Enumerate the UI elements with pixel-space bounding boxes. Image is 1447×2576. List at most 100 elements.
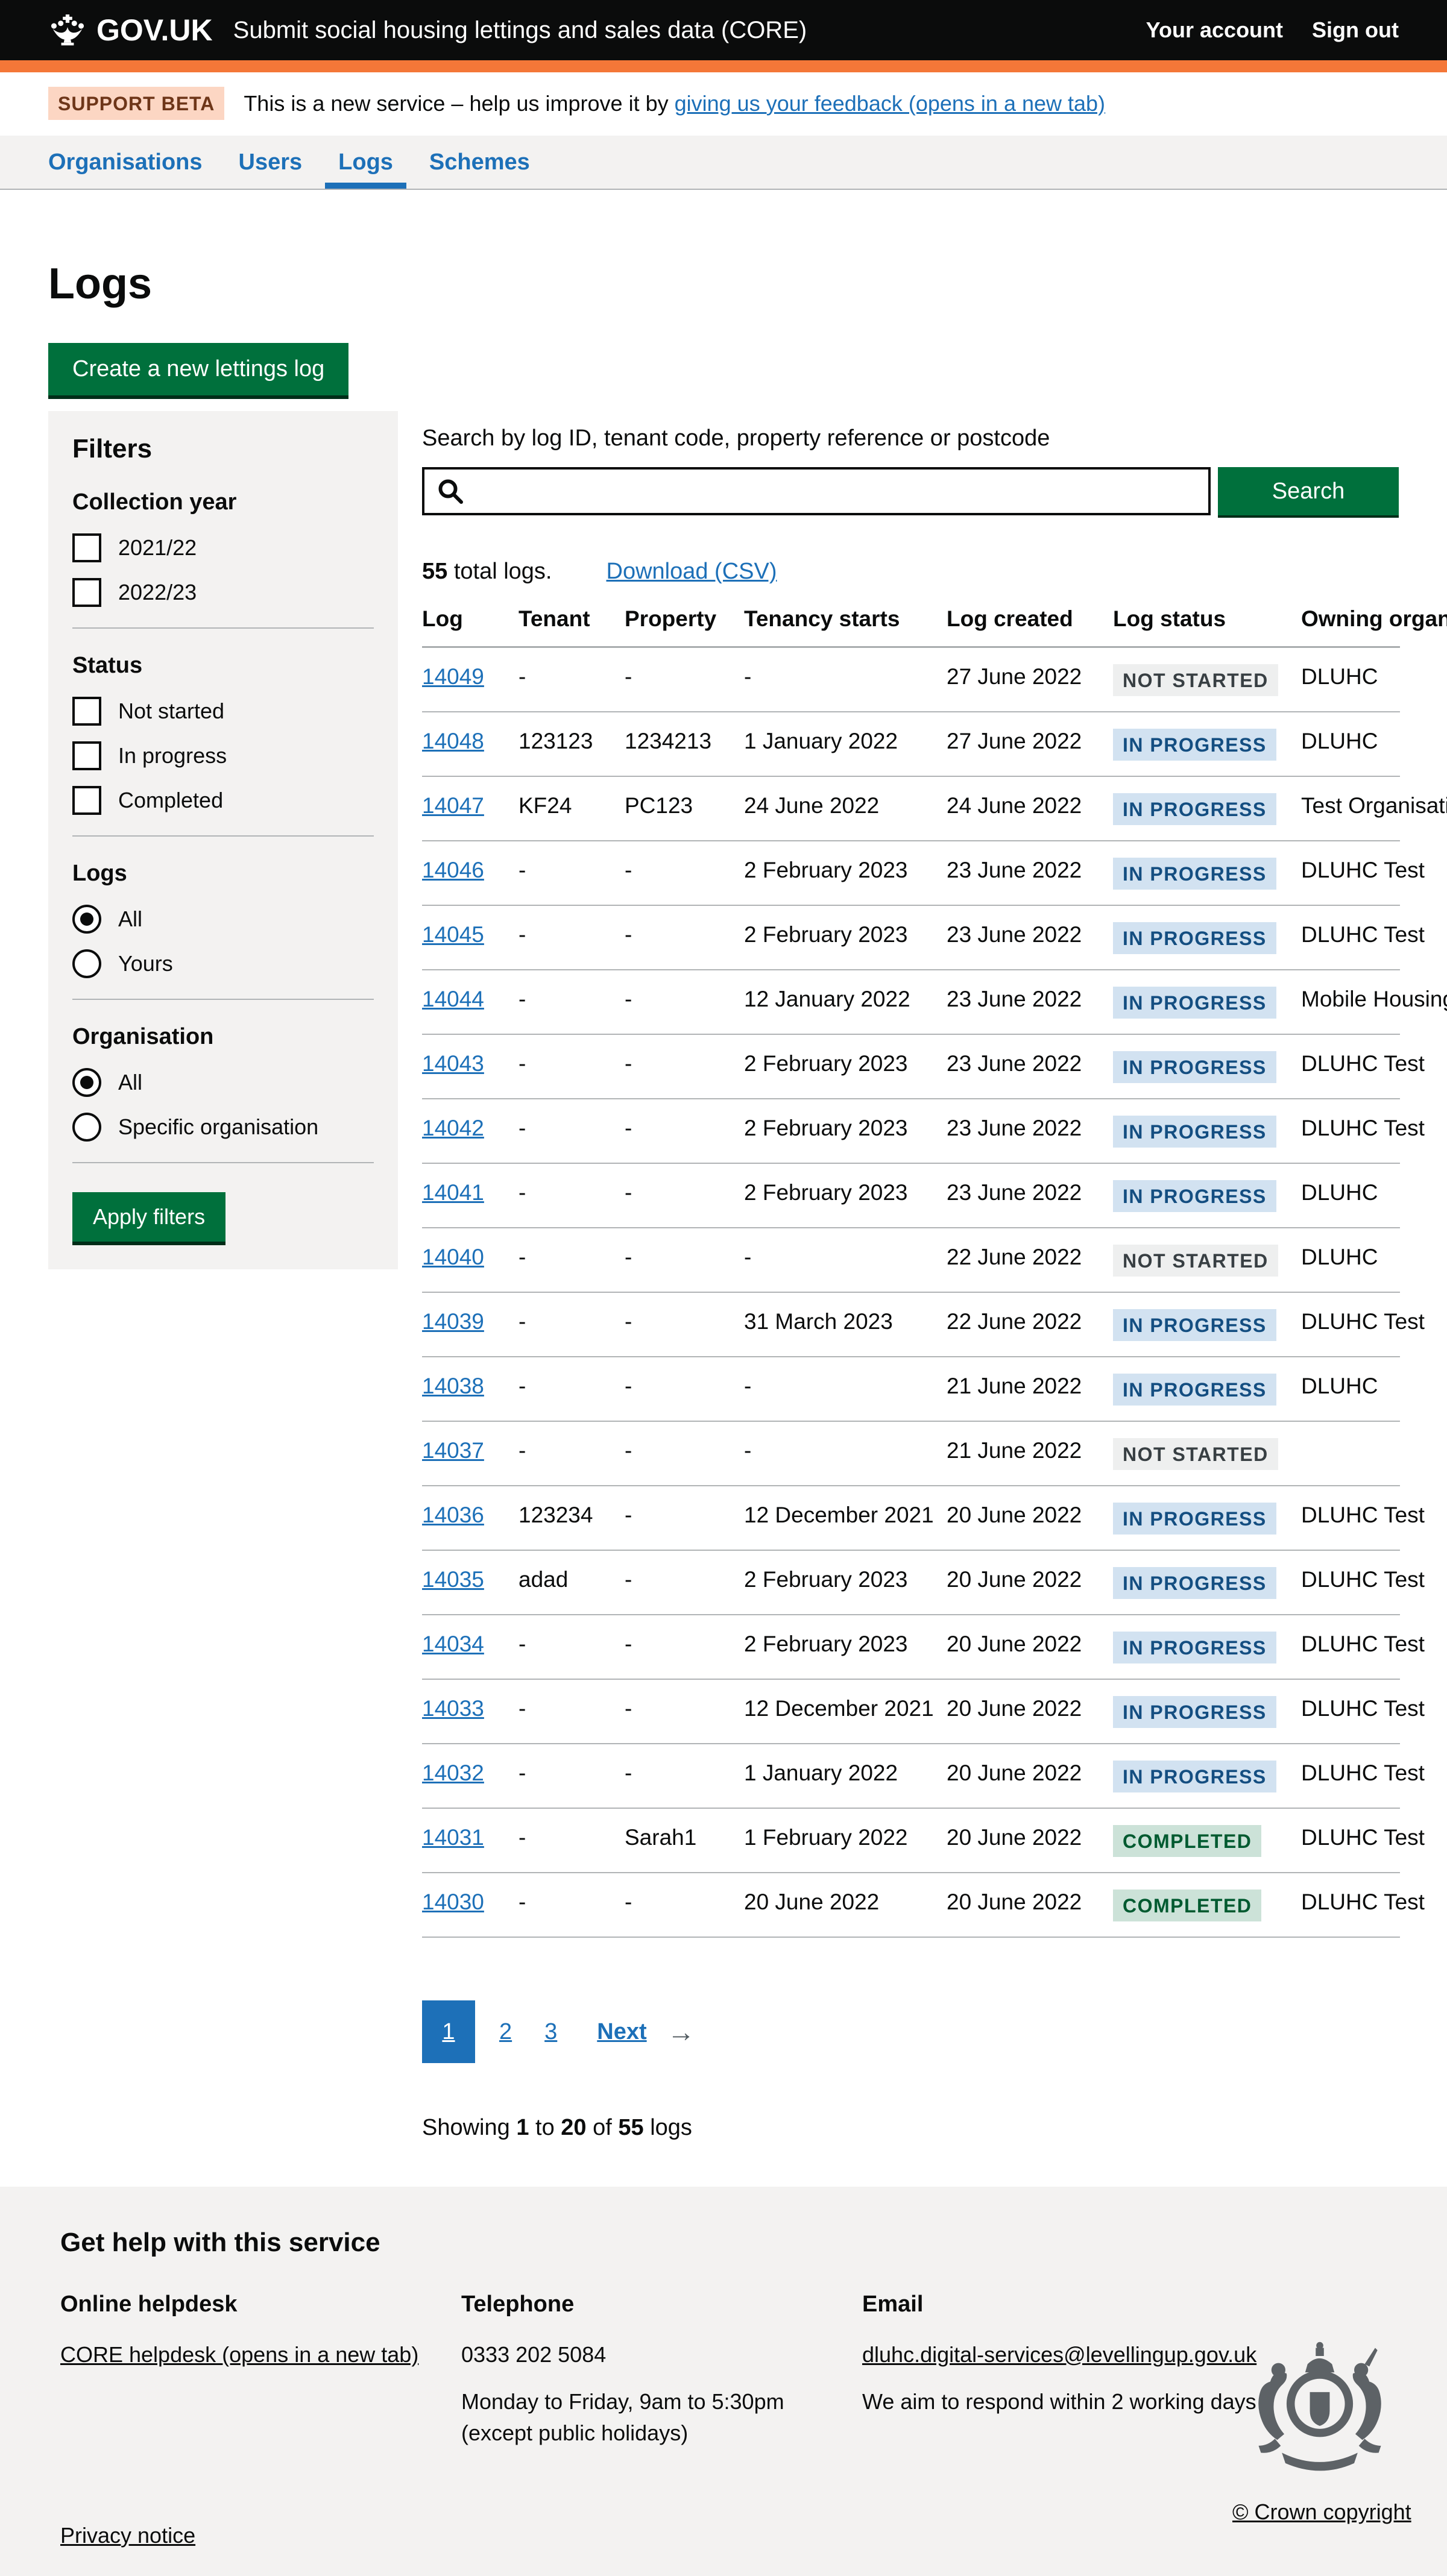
- tenancy-starts-cell: -: [744, 1228, 947, 1292]
- nav-item-link[interactable]: Schemes: [429, 149, 530, 175]
- table-row: 14046 - - 2 February 2023 23 June 2022 I…: [422, 841, 1400, 905]
- tenancy-starts-cell: 1 February 2022: [744, 1808, 947, 1873]
- your-account-link[interactable]: Your account: [1146, 17, 1283, 43]
- table-row: 14031 - Sarah1 1 February 2022 20 June 2…: [422, 1808, 1400, 1873]
- log-status-cell: IN PROGRESS: [1113, 1679, 1301, 1744]
- log-id-link[interactable]: 14043: [422, 1051, 484, 1076]
- log-id-link[interactable]: 14042: [422, 1116, 484, 1140]
- status-badge: IN PROGRESS: [1113, 1374, 1276, 1406]
- log-id-link[interactable]: 14041: [422, 1180, 484, 1205]
- crown-icon: [48, 14, 87, 46]
- checkbox[interactable]: [72, 533, 101, 562]
- checkbox[interactable]: [72, 578, 101, 607]
- nav-item-link[interactable]: Users: [239, 149, 303, 175]
- radio-option[interactable]: All: [72, 1068, 374, 1097]
- telephone-hours: Monday to Friday, 9am to 5:30pm(except p…: [461, 2386, 862, 2449]
- nav-item-link[interactable]: Organisations: [48, 149, 203, 175]
- pagination-page-link[interactable]: 1: [422, 2000, 475, 2063]
- property-cell: PC123: [625, 776, 744, 841]
- radio-button[interactable]: [72, 905, 101, 934]
- core-helpdesk-link[interactable]: CORE helpdesk (opens in a new tab): [60, 2342, 418, 2367]
- log-id-link[interactable]: 14039: [422, 1309, 484, 1334]
- footer-col-title: Online helpdesk: [60, 2292, 461, 2317]
- owning-organisation-cell: DLUHC: [1301, 1163, 1400, 1228]
- table-row: 14043 - - 2 February 2023 23 June 2022 I…: [422, 1034, 1400, 1099]
- search-button[interactable]: Search: [1218, 467, 1399, 515]
- log-id-link[interactable]: 14031: [422, 1825, 484, 1850]
- radio-button[interactable]: [72, 1068, 101, 1097]
- col-header-log-created: Log created: [947, 606, 1113, 647]
- total-logs-text: 55 total logs.: [422, 559, 552, 585]
- log-id-link[interactable]: 14048: [422, 729, 484, 753]
- log-id-link[interactable]: 14038: [422, 1374, 484, 1398]
- table-header-row: Log Tenant Property Tenancy starts Log c…: [422, 606, 1400, 647]
- govuk-logo[interactable]: GOV.UK: [48, 13, 213, 48]
- privacy-notice-link[interactable]: Privacy notice: [60, 2523, 195, 2548]
- tenancy-starts-cell: 31 March 2023: [744, 1292, 947, 1357]
- checkbox[interactable]: [72, 786, 101, 815]
- checkbox-option[interactable]: Completed: [72, 786, 374, 815]
- log-id-link[interactable]: 14036: [422, 1503, 484, 1527]
- feedback-link[interactable]: giving us your feedback (opens in a new …: [675, 91, 1105, 116]
- checkbox-option[interactable]: Not started: [72, 697, 374, 726]
- checkbox-option[interactable]: In progress: [72, 741, 374, 770]
- log-id-link[interactable]: 14030: [422, 1890, 484, 1914]
- status-badge: NOT STARTED: [1113, 1438, 1278, 1470]
- nav-item-link[interactable]: Logs: [338, 149, 393, 175]
- download-csv-link[interactable]: Download (CSV): [607, 559, 777, 585]
- radio-option[interactable]: All: [72, 905, 374, 934]
- pagination-next-link[interactable]: Next: [597, 2019, 646, 2045]
- log-id-link[interactable]: 14033: [422, 1696, 484, 1721]
- log-id-link[interactable]: 14040: [422, 1245, 484, 1269]
- table-row: 14048 123123 1234213 1 January 2022 27 J…: [422, 712, 1400, 776]
- table-row: 14039 - - 31 March 2023 22 June 2022 IN …: [422, 1292, 1400, 1357]
- nav-item[interactable]: Organisations: [35, 136, 216, 189]
- log-created-cell: 22 June 2022: [947, 1228, 1113, 1292]
- radio-label: Specific organisation: [118, 1114, 318, 1140]
- log-id-link[interactable]: 14044: [422, 987, 484, 1011]
- log-id-link[interactable]: 14046: [422, 858, 484, 882]
- log-id-link[interactable]: 14034: [422, 1632, 484, 1656]
- status-badge: IN PROGRESS: [1113, 1180, 1276, 1212]
- tenancy-starts-cell: -: [744, 1357, 947, 1421]
- apply-filters-button[interactable]: Apply filters: [72, 1192, 225, 1242]
- filter-group-logs: Logs All Yours: [72, 861, 374, 978]
- create-lettings-log-button[interactable]: Create a new lettings log: [48, 343, 348, 395]
- email-link[interactable]: dluhc.digital-services@levellingup.gov.u…: [862, 2342, 1256, 2367]
- tenant-cell: -: [519, 1292, 625, 1357]
- filter-legend: Status: [72, 653, 374, 679]
- total-suffix: total logs.: [447, 559, 552, 584]
- log-id-link[interactable]: 14047: [422, 793, 484, 818]
- log-id-link[interactable]: 14035: [422, 1567, 484, 1592]
- radio-option[interactable]: Specific organisation: [72, 1113, 374, 1142]
- nav-item[interactable]: Users: [225, 136, 316, 189]
- log-id-link[interactable]: 14049: [422, 664, 484, 689]
- footer: Get help with this service Online helpde…: [0, 2187, 1447, 2576]
- radio-option[interactable]: Yours: [72, 949, 374, 978]
- checkbox[interactable]: [72, 741, 101, 770]
- log-created-cell: 20 June 2022: [947, 1679, 1113, 1744]
- log-id-link[interactable]: 14045: [422, 922, 484, 947]
- property-cell: -: [625, 841, 744, 905]
- pagination-page-link[interactable]: 2: [491, 2019, 520, 2045]
- radio-button[interactable]: [72, 949, 101, 978]
- tenancy-starts-cell: 1 January 2022: [744, 712, 947, 776]
- checkbox-option[interactable]: 2021/22: [72, 533, 374, 562]
- radio-label: Yours: [118, 951, 173, 976]
- nav-item[interactable]: Logs: [325, 136, 406, 189]
- sign-out-link[interactable]: Sign out: [1312, 17, 1399, 43]
- checkbox-label: 2021/22: [118, 535, 197, 561]
- property-cell: -: [625, 1615, 744, 1679]
- search-input[interactable]: [422, 467, 1211, 515]
- crown-copyright-link[interactable]: © Crown copyright: [1232, 2499, 1411, 2525]
- service-name-link[interactable]: Submit social housing lettings and sales…: [233, 17, 807, 44]
- checkbox-option[interactable]: 2022/23: [72, 578, 374, 607]
- radio-button[interactable]: [72, 1113, 101, 1142]
- checkbox[interactable]: [72, 697, 101, 726]
- log-id-link[interactable]: 14037: [422, 1438, 484, 1463]
- nav-item[interactable]: Schemes: [416, 136, 543, 189]
- log-id-link[interactable]: 14032: [422, 1761, 484, 1785]
- pagination-page-link[interactable]: 3: [536, 2019, 566, 2045]
- tenancy-starts-cell: 12 December 2021: [744, 1486, 947, 1550]
- log-created-cell: 23 June 2022: [947, 841, 1113, 905]
